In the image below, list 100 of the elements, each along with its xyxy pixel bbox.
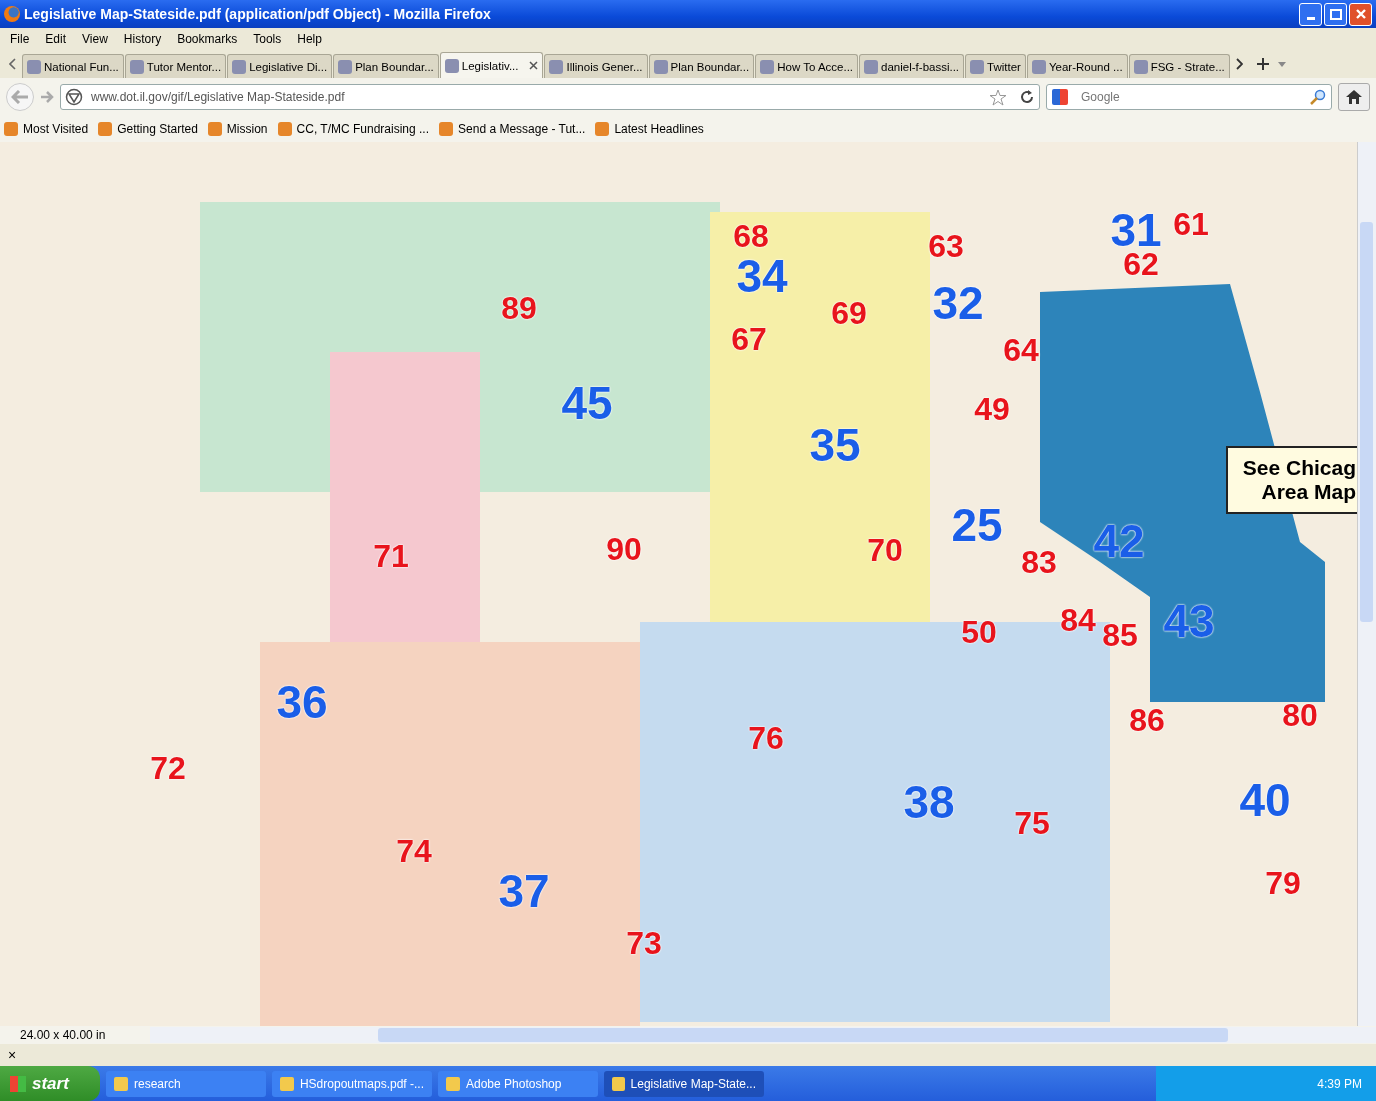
district-number: 40	[1239, 777, 1291, 823]
bookmark-icon	[439, 122, 454, 136]
bookmark-icon	[98, 122, 113, 136]
chevron-left-icon[interactable]	[9, 58, 16, 70]
bookmark-link[interactable]: Mission	[207, 122, 268, 136]
district-number: 38	[903, 779, 955, 825]
bookmark-link[interactable]: Most Visited	[4, 122, 89, 136]
close-icon[interactable]	[529, 61, 539, 70]
close-icon	[1354, 8, 1367, 20]
menu-item[interactable]: Tools	[245, 32, 290, 46]
district-number: 50	[961, 616, 997, 648]
district-number: 84	[1060, 604, 1096, 636]
site-icon	[653, 59, 668, 74]
callout-label: See Chicag Area Map	[1226, 446, 1357, 514]
taskbar-button[interactable]: research	[106, 1070, 266, 1097]
taskbar-button[interactable]: Legislative Map-State...	[604, 1070, 764, 1097]
site-icon	[970, 59, 985, 74]
flag-icon	[10, 1075, 26, 1092]
menu-item[interactable]: File	[2, 32, 38, 46]
menu-item[interactable]: Edit	[37, 32, 75, 46]
district-number: 79	[1265, 867, 1301, 899]
browser-tab[interactable]: Legislative Di...	[227, 54, 333, 78]
page-size-label: 24.00 x 40.00 in	[19, 1028, 107, 1042]
star-icon[interactable]	[989, 88, 1007, 106]
district-number: 72	[150, 752, 186, 784]
menu-item[interactable]: View	[74, 32, 116, 46]
restore-button[interactable]	[1324, 2, 1347, 26]
system-tray: 4:39 PM	[1156, 1066, 1376, 1101]
district-number: 76	[748, 722, 784, 754]
browser-tab[interactable]: Twitter	[965, 54, 1026, 78]
district-number: 25	[951, 502, 1003, 548]
district-number: 83	[1021, 546, 1057, 578]
district-number: 69	[831, 297, 867, 329]
close-button[interactable]: ×	[8, 1047, 17, 1063]
horizontal-scrollbar[interactable]	[150, 1027, 1376, 1043]
taskbar-button[interactable]: Adobe Photoshop	[438, 1070, 598, 1097]
site-icon	[65, 88, 83, 106]
district-number: 68	[733, 220, 769, 252]
browser-tab[interactable]: FSG - Strate...	[1128, 54, 1230, 78]
district-number: 49	[974, 393, 1010, 425]
browser-tab[interactable]: Plan Boundar...	[648, 54, 755, 78]
browser-tab[interactable]: daniel-f-bassi...	[859, 54, 965, 78]
minimize-button[interactable]	[1299, 2, 1322, 26]
app-icon	[114, 1076, 128, 1091]
district-number: 34	[736, 253, 788, 299]
window-title: Legislative Map-Stateside.pdf (application/pdf Object) - Mozilla Firefox	[24, 6, 492, 22]
district-number: 74	[396, 835, 432, 867]
district-number: 73	[626, 927, 662, 959]
browser-tab[interactable]: Tutor Mentor...	[124, 54, 227, 78]
start-button[interactable]: start	[0, 1066, 100, 1101]
district-number: 63	[928, 230, 964, 262]
district-number: 89	[501, 292, 537, 324]
plus-icon[interactable]	[1256, 58, 1269, 70]
site-icon	[760, 59, 775, 74]
district-number: 36	[276, 679, 328, 725]
bookmark-link[interactable]: Latest Headlines	[595, 122, 704, 136]
district-number: 61	[1173, 208, 1209, 240]
menu-item[interactable]: History	[115, 32, 170, 46]
menu-item[interactable]: Help	[289, 32, 330, 46]
back-arrow-icon	[11, 90, 29, 104]
caret-icon[interactable]	[1277, 61, 1286, 67]
menu-item[interactable]: Bookmarks	[169, 32, 246, 46]
close-button[interactable]	[1349, 2, 1372, 26]
district-number: 64	[1003, 334, 1039, 366]
app-icon	[280, 1076, 294, 1091]
browser-tab[interactable]: Year-Round ...	[1026, 54, 1128, 78]
search-field[interactable]: Google	[1046, 84, 1332, 110]
bookmark-link[interactable]: Send a Message - Tut...	[439, 122, 586, 136]
browser-tab[interactable]: Plan Boundar...	[333, 54, 439, 78]
vertical-scrollbar[interactable]	[1357, 142, 1376, 1026]
chevron-right-icon[interactable]	[1235, 58, 1243, 70]
bookmark-icon	[277, 122, 292, 136]
browser-tab[interactable]: Legislativ...	[439, 52, 544, 78]
district-number: 85	[1102, 619, 1138, 651]
site-icon	[1133, 59, 1148, 74]
district-number: 67	[731, 323, 767, 355]
district-number: 80	[1282, 699, 1318, 731]
browser-tab[interactable]: Illinois Gener...	[544, 54, 648, 78]
bookmark-icon	[207, 122, 222, 136]
app-icon	[446, 1076, 460, 1091]
district-number: 45	[561, 380, 613, 426]
home-button[interactable]	[1338, 83, 1370, 111]
taskbar-button[interactable]: HSdropoutmaps.pdf -...	[272, 1070, 432, 1097]
bookmark-link[interactable]: Getting Started	[98, 122, 198, 136]
site-icon	[864, 59, 879, 74]
district-number: 71	[373, 540, 409, 572]
site-icon	[549, 59, 564, 74]
app-icon	[612, 1076, 625, 1091]
bookmark-icon	[595, 122, 610, 136]
site-icon	[338, 59, 353, 74]
browser-tab[interactable]: National Fun...	[22, 54, 124, 78]
bookmark-link[interactable]: CC, T/MC Fundraising ...	[277, 122, 430, 136]
browser-tab[interactable]: How To Acce...	[755, 54, 859, 78]
site-icon	[444, 58, 459, 73]
site-icon	[1031, 59, 1046, 74]
address-field[interactable]: www.dot.il.gov/gif/Legislative Map-Stateside.pdf	[60, 84, 1040, 110]
home-icon	[1346, 90, 1362, 104]
district-number: 37	[498, 868, 550, 914]
search-icon[interactable]	[1310, 89, 1326, 105]
reload-icon[interactable]	[1019, 89, 1035, 105]
